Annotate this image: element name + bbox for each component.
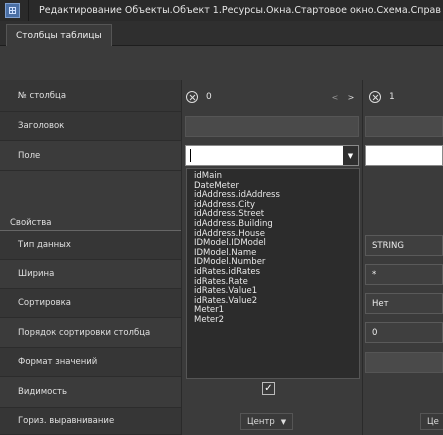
- divider: [362, 80, 363, 112]
- field-select[interactable]: ▼: [185, 145, 359, 166]
- h-align-select-col2[interactable]: Це: [420, 413, 443, 430]
- dropdown-option[interactable]: Meter2: [194, 315, 359, 326]
- sort-select-col2[interactable]: Нет: [365, 293, 443, 314]
- field-dropdown-list: idMain DateMeter idAddress.idAddress idAddr…: [186, 168, 360, 379]
- row-visibility: Видимость ✓: [0, 377, 443, 408]
- row-field: Поле ▼: [0, 141, 443, 171]
- visibility-label: Видимость: [0, 377, 181, 408]
- field-select-col2[interactable]: [365, 145, 443, 166]
- width-label: Ширина: [0, 260, 181, 289]
- remove-column-icon[interactable]: [186, 91, 198, 103]
- chevron-down-icon[interactable]: ▼: [343, 146, 358, 165]
- column-divider: [362, 112, 363, 377]
- divider: [362, 377, 363, 408]
- sort-label: Сортировка: [0, 289, 181, 318]
- header-input-col2[interactable]: [365, 116, 443, 137]
- chevron-down-icon: ▼: [280, 417, 287, 426]
- sort-order-label: Порядок сортировки столбца: [0, 318, 181, 348]
- title-divider: [28, 0, 29, 21]
- title-bar: Редактирование Объекты.Объект 1.Ресурсы.…: [0, 0, 443, 21]
- header-label: Заголовок: [0, 112, 181, 141]
- prev-column-button[interactable]: <: [329, 91, 341, 104]
- tab-strip: Столбцы таблицы: [0, 21, 443, 46]
- column-number-value-1: 0: [206, 92, 212, 102]
- next-column-button[interactable]: >: [345, 91, 357, 104]
- text-cursor: [190, 149, 191, 162]
- row-horizontal-align: Гориз. выравнивание Центр ▼ Це: [0, 408, 443, 435]
- h-align-select-col1[interactable]: Центр ▼: [240, 413, 294, 430]
- column-number-value-2: 1: [389, 92, 395, 102]
- tab-table-columns[interactable]: Столбцы таблицы: [6, 24, 112, 46]
- visibility-checkbox[interactable]: ✓: [262, 382, 275, 395]
- value-format-input-col2[interactable]: [365, 352, 443, 373]
- h-align-value-1: Центр: [247, 416, 275, 427]
- width-input-col2[interactable]: *: [365, 264, 443, 285]
- field-label: Поле: [0, 141, 181, 171]
- value-format-label: Формат значений: [0, 348, 181, 377]
- divider: [181, 80, 182, 112]
- header-input-col1[interactable]: [185, 116, 359, 137]
- divider: [362, 408, 363, 435]
- column-divider: [181, 112, 182, 435]
- column-number-col1: 0 < >: [186, 87, 358, 107]
- data-type-select-col2[interactable]: STRING: [365, 235, 443, 256]
- row-header: Заголовок: [0, 112, 443, 141]
- remove-column-icon[interactable]: [369, 91, 381, 103]
- row-column-number: № столбца 0 < > 1: [0, 80, 443, 112]
- properties-section-title: Свойства: [0, 171, 181, 231]
- data-type-label: Тип данных: [0, 231, 181, 260]
- table-grid-icon: [5, 3, 20, 18]
- window-title: Редактирование Объекты.Объект 1.Ресурсы.…: [39, 5, 441, 16]
- column-number-label: № столбца: [0, 80, 181, 112]
- column-number-col2: 1: [369, 87, 443, 107]
- h-align-label: Гориз. выравнивание: [0, 408, 181, 435]
- sort-order-input-col2[interactable]: 0: [365, 322, 443, 343]
